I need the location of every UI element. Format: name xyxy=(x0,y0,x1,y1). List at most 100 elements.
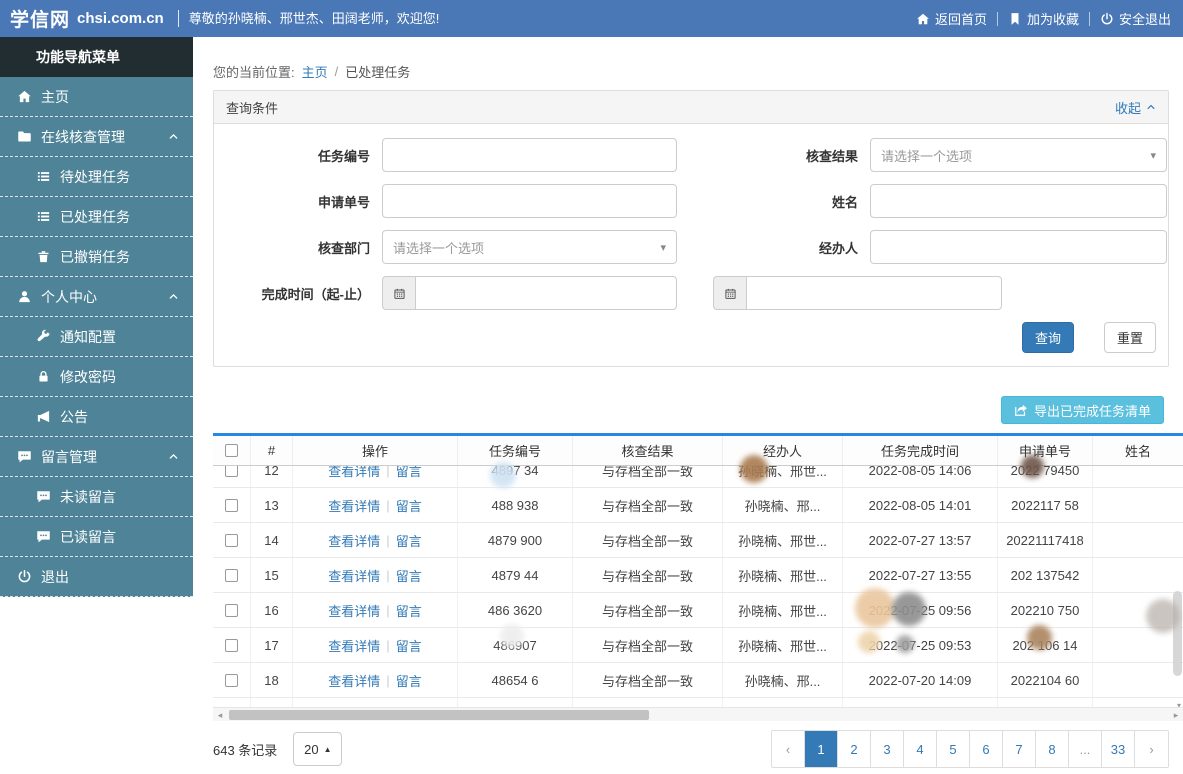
horizontal-scrollbar-thumb[interactable] xyxy=(229,710,649,720)
add-favorite-link[interactable]: 加为收藏 xyxy=(1008,9,1079,28)
vertical-scrollbar-thumb[interactable] xyxy=(1173,591,1182,676)
dept-select[interactable]: 请选择一个选项 ▾ xyxy=(382,230,677,264)
add-favorite-label: 加为收藏 xyxy=(1027,9,1079,28)
safe-logout-link[interactable]: 安全退出 xyxy=(1100,9,1171,28)
row-checkbox[interactable] xyxy=(225,466,238,477)
view-detail-link[interactable]: 查看详情 xyxy=(328,531,380,550)
calendar-icon-button[interactable] xyxy=(382,276,415,310)
row-checkbox[interactable] xyxy=(225,639,238,652)
task-no-cell: 4897 34 xyxy=(458,466,573,487)
message-link[interactable]: 留言 xyxy=(396,466,422,480)
task-no-input[interactable] xyxy=(382,138,677,172)
page-button-6[interactable]: 6 xyxy=(970,731,1003,767)
horizontal-scrollbar[interactable]: ◂ ▸ xyxy=(213,707,1183,721)
message-link[interactable]: 留言 xyxy=(396,531,422,550)
start-date-group xyxy=(382,276,677,310)
sidebar-item-announcement[interactable]: 公告 xyxy=(0,397,193,437)
sidebar-item-notify-config[interactable]: 通知配置 xyxy=(0,317,193,357)
name-cell xyxy=(1093,558,1183,592)
actions-cell: 查看详情|留言 xyxy=(293,488,458,522)
message-link[interactable]: 留言 xyxy=(396,496,422,515)
checkbox-cell xyxy=(213,628,251,662)
sidebar-item-home[interactable]: 主页 xyxy=(0,77,193,117)
reset-button[interactable]: 重置 xyxy=(1104,322,1156,353)
message-link[interactable]: 留言 xyxy=(396,671,422,690)
sidebar-item-logout[interactable]: 退出 xyxy=(0,557,193,597)
page-prev-button[interactable]: ‹ xyxy=(772,731,805,767)
scroll-right-arrow-icon[interactable]: ▸ xyxy=(1169,708,1183,722)
page-button-1[interactable]: 1 xyxy=(805,731,838,767)
sidebar-item-online-check-mgmt[interactable]: 在线核查管理 xyxy=(0,117,193,157)
view-detail-link[interactable]: 查看详情 xyxy=(328,671,380,690)
select-all-checkbox[interactable] xyxy=(225,444,238,457)
checkbox-cell xyxy=(213,523,251,557)
safe-logout-label: 安全退出 xyxy=(1119,9,1171,28)
breadcrumb-home-link[interactable]: 主页 xyxy=(302,62,328,81)
view-detail-link[interactable]: 查看详情 xyxy=(328,496,380,515)
page-button-7[interactable]: 7 xyxy=(1003,731,1036,767)
query-row-2: 申请单号 姓名 xyxy=(214,184,1168,218)
sidebar-item-pending-tasks[interactable]: 待处理任务 xyxy=(0,157,193,197)
page-next-button[interactable]: › xyxy=(1135,731,1168,767)
sidebar-item-unread-messages[interactable]: 未读留言 xyxy=(0,477,193,517)
row-checkbox[interactable] xyxy=(225,674,238,687)
return-home-label: 返回首页 xyxy=(935,9,987,28)
view-detail-link[interactable]: 查看详情 xyxy=(328,601,380,620)
row-checkbox[interactable] xyxy=(225,604,238,617)
page-button-4[interactable]: 4 xyxy=(904,731,937,767)
sidebar-item-label: 留言管理 xyxy=(41,447,97,467)
sidebar-item-processed-tasks[interactable]: 已处理任务 xyxy=(0,197,193,237)
sidebar-item-label: 个人中心 xyxy=(41,287,97,307)
search-button[interactable]: 查询 xyxy=(1022,322,1074,353)
message-link[interactable]: 留言 xyxy=(396,636,422,655)
name-input[interactable] xyxy=(870,184,1167,218)
breadcrumb-current: 已处理任务 xyxy=(345,62,410,81)
view-detail-link[interactable]: 查看详情 xyxy=(328,466,380,480)
page-button-...[interactable]: ... xyxy=(1069,731,1102,767)
collapse-toggle[interactable]: 收起 xyxy=(1115,98,1156,117)
page-size-select[interactable]: 20 ▲ xyxy=(293,732,342,766)
checkbox-cell xyxy=(213,488,251,522)
calendar-icon-button[interactable] xyxy=(713,276,746,310)
row-checkbox[interactable] xyxy=(225,499,238,512)
sidebar-item-personal-center[interactable]: 个人中心 xyxy=(0,277,193,317)
results-table: #操作任务编号核查结果经办人任务完成时间申请单号姓名 12 查看详情|留言 48… xyxy=(213,433,1183,721)
row-index-cell: 16 xyxy=(251,593,293,627)
handler-input[interactable] xyxy=(870,230,1167,264)
result-cell: 与存档全部一致 xyxy=(573,488,723,522)
topbar-separator xyxy=(997,12,998,26)
action-separator: | xyxy=(386,466,389,478)
topbar-separator xyxy=(1089,12,1090,26)
page-button-8[interactable]: 8 xyxy=(1036,731,1069,767)
page-button-5[interactable]: 5 xyxy=(937,731,970,767)
vertical-scrollbar[interactable]: ▾ xyxy=(1171,466,1183,710)
sidebar-item-read-messages[interactable]: 已读留言 xyxy=(0,517,193,557)
end-date-input[interactable] xyxy=(746,276,1002,310)
sidebar-item-revoked-tasks[interactable]: 已撤销任务 xyxy=(0,237,193,277)
start-date-input[interactable] xyxy=(415,276,677,310)
view-detail-link[interactable]: 查看详情 xyxy=(328,566,380,585)
query-panel-title: 查询条件 xyxy=(226,98,278,117)
view-detail-link[interactable]: 查看详情 xyxy=(328,636,380,655)
sidebar-item-change-password[interactable]: 修改密码 xyxy=(0,357,193,397)
scroll-left-arrow-icon[interactable]: ◂ xyxy=(213,708,227,722)
result-cell: 与存档全部一致 xyxy=(573,628,723,662)
end-date-group xyxy=(713,276,1002,310)
name-cell xyxy=(1093,593,1183,627)
app-no-cell: 20221117418 xyxy=(998,523,1093,557)
name-cell xyxy=(1093,628,1183,662)
export-button[interactable]: 导出已完成任务清单 xyxy=(1001,396,1164,424)
page-button-3[interactable]: 3 xyxy=(871,731,904,767)
row-index-cell: 15 xyxy=(251,558,293,592)
result-select[interactable]: 请选择一个选项 ▾ xyxy=(870,138,1167,172)
return-home-link[interactable]: 返回首页 xyxy=(916,9,987,28)
sidebar-item-message-mgmt[interactable]: 留言管理 xyxy=(0,437,193,477)
message-link[interactable]: 留言 xyxy=(396,566,422,585)
row-checkbox[interactable] xyxy=(225,569,238,582)
task-no-label: 任务编号 xyxy=(214,146,382,165)
message-link[interactable]: 留言 xyxy=(396,601,422,620)
page-button-33[interactable]: 33 xyxy=(1102,731,1135,767)
app-no-input[interactable] xyxy=(382,184,677,218)
page-button-2[interactable]: 2 xyxy=(838,731,871,767)
row-checkbox[interactable] xyxy=(225,534,238,547)
